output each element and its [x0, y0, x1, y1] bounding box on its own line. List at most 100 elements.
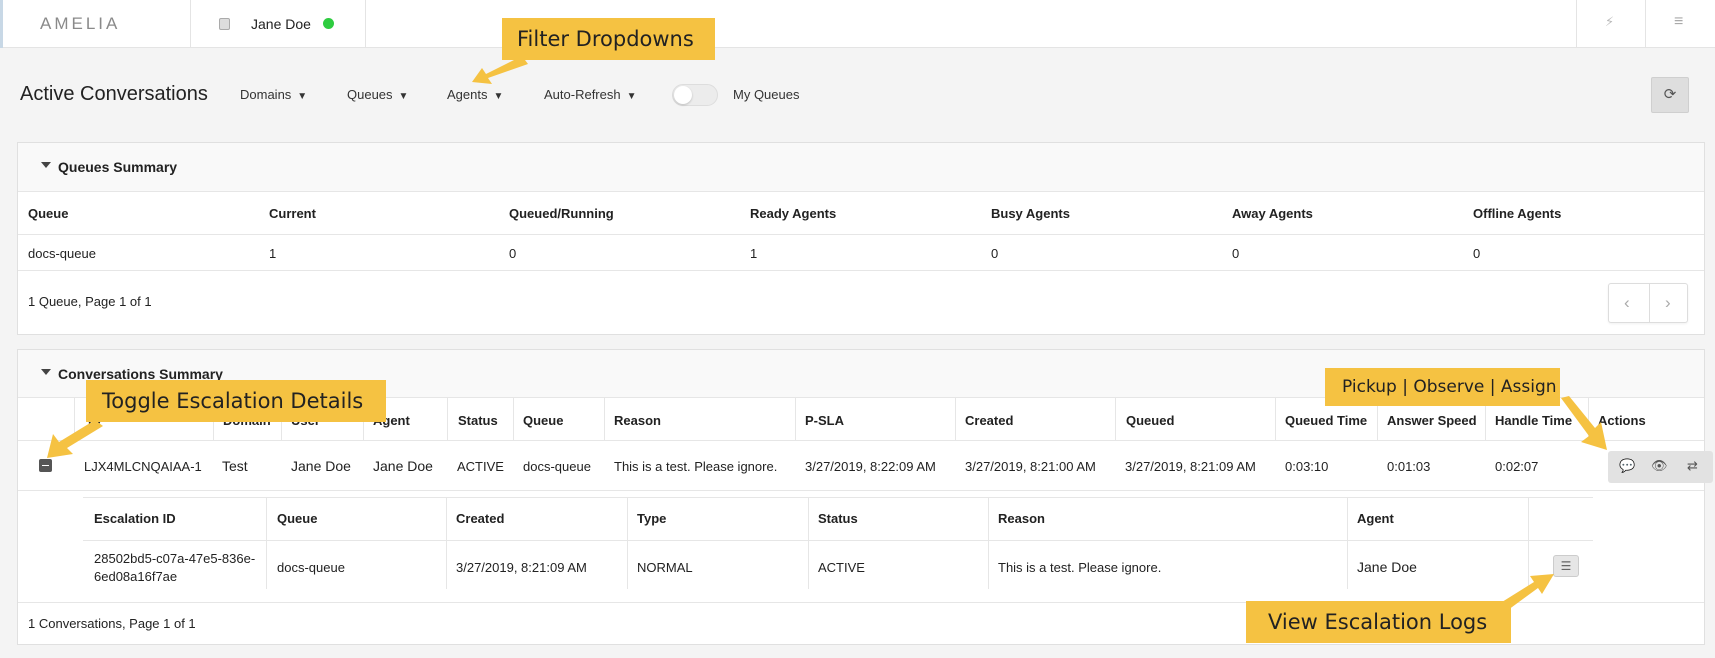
conversation-actions: 💬 👁 ⇄ [1608, 451, 1713, 483]
escalation-type-cell: NORMAL [637, 560, 693, 575]
user-cell: Jane Doe [291, 458, 351, 474]
escalation-column-header-status[interactable]: Status [818, 511, 858, 526]
column-divider [627, 497, 628, 589]
escalation-column-header-agent[interactable]: Agent [1357, 511, 1394, 526]
column-header-queued[interactable]: Queued [1126, 413, 1174, 428]
pickup-icon[interactable]: 💬 [1619, 458, 1635, 474]
column-header-queued-time[interactable]: Queued Time [1285, 413, 1367, 428]
column-divider [955, 398, 956, 440]
auto-refresh-label: Auto-Refresh [544, 87, 621, 102]
row-divider [18, 490, 1704, 491]
callout-pickup-observe-assign: Pickup | Observe | Assign [1325, 368, 1560, 406]
column-header-status[interactable]: Status [458, 413, 498, 428]
column-header-reason[interactable]: Reason [614, 413, 661, 428]
user-tab[interactable]: Jane Doe [190, 0, 366, 48]
agents-filter-label: Agents [447, 87, 488, 102]
p-sla-cell: 3/27/2019, 8:22:09 AM [805, 459, 936, 474]
queue-cell: docs-queue [28, 246, 96, 261]
column-header-busy-agents[interactable]: Busy Agents [991, 206, 1070, 221]
callout-arrow [1561, 396, 1607, 450]
column-divider [988, 497, 989, 589]
column-header-current[interactable]: Current [269, 206, 316, 221]
queues-filter-dropdown[interactable]: Queues ▼ [347, 87, 408, 102]
column-divider [1347, 497, 1348, 589]
escalation-column-header-queue[interactable]: Queue [277, 511, 317, 526]
queues-pagination-text: 1 Queue, Page 1 of 1 [28, 294, 152, 309]
queues-summary-title: Queues Summary [58, 159, 178, 175]
busy-agents-cell: 0 [991, 246, 999, 261]
filter-icon: ▼ [493, 91, 504, 102]
callout-view-escalation-logs: View Escalation Logs [1246, 601, 1511, 643]
collapse-triangle-icon [41, 162, 51, 168]
agents-filter-dropdown[interactable]: Agents ▼ [447, 87, 503, 102]
escalation-id-cell-line1: 28502bd5-c07a-47e5-836e- [94, 551, 256, 566]
callout-arrow [472, 56, 528, 84]
callout-arrow [1502, 574, 1554, 610]
escalation-agent-cell: Jane Doe [1357, 559, 1417, 575]
top-bar: AMELIA Jane Doe ⚡ ≡ [0, 0, 1715, 48]
filter-icon: ▼ [297, 91, 308, 102]
user-name: Jane Doe [251, 16, 311, 32]
conversation-id-cell: LJX4MLCNQAIAA-1 [84, 459, 202, 474]
callout-filter-dropdowns: Filter Dropdowns [502, 18, 715, 60]
column-header-queue[interactable]: Queue [523, 413, 563, 428]
column-header-queued-running[interactable]: Queued/Running [509, 206, 614, 221]
hamburger-menu-icon: ≡ [1674, 13, 1684, 30]
observe-icon[interactable]: 👁 [1651, 458, 1668, 474]
toggle-escalation-details-button[interactable] [39, 459, 52, 472]
prev-page-icon[interactable]: ‹ [1624, 293, 1630, 313]
callout-toggle-escalation: Toggle Escalation Details [86, 380, 386, 422]
column-header-queue[interactable]: Queue [28, 206, 68, 221]
page-title: Active Conversations [20, 83, 208, 105]
domain-cell: Test [222, 458, 248, 474]
my-queues-toggle[interactable] [672, 84, 718, 106]
column-header-ready-agents[interactable]: Ready Agents [750, 206, 836, 221]
user-icon [219, 18, 230, 30]
queues-summary-header[interactable]: Queues Summary [18, 143, 1704, 192]
online-status-icon [323, 18, 334, 29]
column-header-away-agents[interactable]: Away Agents [1232, 206, 1313, 221]
column-header-offline-agents[interactable]: Offline Agents [1473, 206, 1561, 221]
column-header-created[interactable]: Created [965, 413, 1013, 428]
assign-icon[interactable]: ⇄ [1687, 458, 1698, 474]
quick-action-button[interactable]: ⚡ [1576, 0, 1646, 48]
agent-cell: Jane Doe [373, 458, 433, 474]
queues-filter-label: Queues [347, 87, 393, 102]
main-menu-button[interactable]: ≡ [1646, 0, 1715, 48]
row-divider [18, 270, 1704, 271]
column-divider [266, 497, 267, 589]
column-divider [795, 398, 796, 440]
escalation-column-header-type[interactable]: Type [637, 511, 666, 526]
escalation-column-header-created[interactable]: Created [456, 511, 504, 526]
queue-cell: docs-queue [523, 459, 591, 474]
queued-time-cell: 0:03:10 [1285, 459, 1329, 474]
auto-refresh-dropdown[interactable]: Auto-Refresh ▼ [544, 87, 637, 102]
subtable-top-border [83, 497, 1593, 498]
column-header-p-sla[interactable]: P-SLA [805, 413, 844, 428]
amelia-logo: AMELIA [40, 14, 121, 33]
answer-speed-cell: 0:01:03 [1387, 459, 1431, 474]
queued-running-cell: 0 [509, 246, 517, 261]
status-cell: ACTIVE [457, 459, 504, 474]
refresh-button[interactable]: ⟳ [1651, 77, 1689, 113]
escalation-queue-cell: docs-queue [277, 560, 345, 575]
callout-arrow [47, 420, 103, 458]
next-page-icon[interactable]: › [1665, 293, 1671, 313]
row-divider [18, 234, 1704, 235]
column-divider [604, 398, 605, 440]
row-divider [18, 440, 1704, 441]
collapse-triangle-icon [41, 369, 51, 375]
column-divider [808, 497, 809, 589]
escalation-column-header-id[interactable]: Escalation ID [94, 511, 176, 526]
conversations-pagination-text: 1 Conversations, Page 1 of 1 [28, 616, 196, 631]
filter-icon: ▼ [398, 91, 409, 102]
column-header-answer-speed[interactable]: Answer Speed [1387, 413, 1477, 428]
domains-filter-dropdown[interactable]: Domains ▼ [240, 87, 307, 102]
column-divider [446, 497, 447, 589]
column-divider [447, 398, 448, 440]
column-divider [1115, 398, 1116, 440]
escalation-column-header-reason[interactable]: Reason [998, 511, 1045, 526]
current-cell: 1 [269, 246, 277, 261]
escalation-id-cell-line2: 6ed08a16f7ae [94, 569, 178, 584]
domains-filter-label: Domains [240, 87, 292, 102]
